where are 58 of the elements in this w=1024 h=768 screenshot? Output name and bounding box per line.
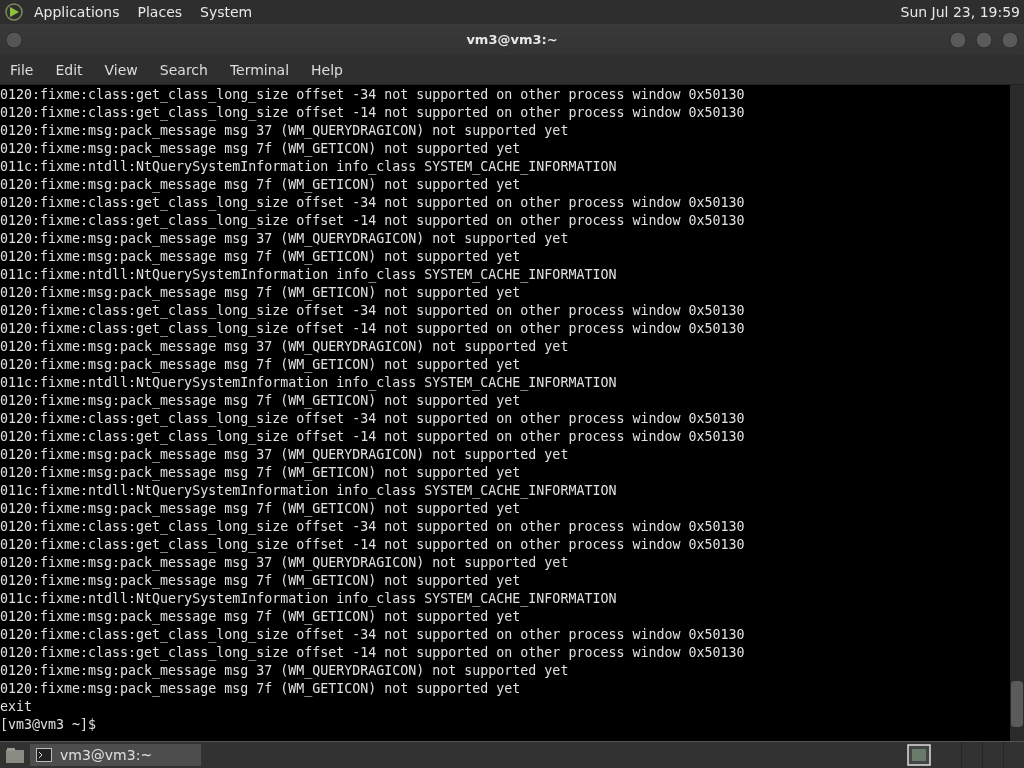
terminal-line: 011c:fixme:ntdll:NtQuerySystemInformation info_class SYSTEM_CACHE_INFORMATION: [0, 374, 617, 392]
logo-icon[interactable]: [4, 2, 24, 22]
minimize-icon[interactable]: [948, 29, 968, 50]
terminal-line: 0120:fixme:class:get_class_long_size offset -34 not supported on other process window 0x50130: [0, 86, 745, 104]
terminal-line: 0120:fixme:msg:pack_message msg 7f (WM_GETICON) not supported yet: [0, 680, 521, 698]
desktop-icon[interactable]: [4, 745, 26, 765]
terminal-line: 0120:fixme:class:get_class_long_size offset -34 not supported on other process window 0x50130: [0, 626, 745, 644]
terminal-line: 0120:fixme:class:get_class_long_size offset -14 not supported on other process window 0x50130: [0, 320, 745, 338]
panel-menu[interactable]: Places: [137, 4, 183, 20]
terminal-line: 0120:fixme:msg:pack_message msg 37 (WM_QUERYDRAGICON) not supported yet: [0, 122, 569, 140]
terminal-line: 0120:fixme:msg:pack_message msg 7f (WM_GETICON) not supported yet: [0, 140, 521, 158]
terminal-line: 011c:fixme:ntdll:NtQuerySystemInformation info_class SYSTEM_CACHE_INFORMATION: [0, 590, 617, 608]
terminal-line: 0120:fixme:msg:pack_message msg 7f (WM_GETICON) not supported yet: [0, 248, 521, 266]
terminal-line: exit: [0, 698, 33, 716]
terminal-line: 0120:fixme:class:get_class_long_size offset -14 not supported on other process window 0x50130: [0, 104, 745, 122]
menu-item[interactable]: View: [104, 61, 138, 78]
terminal-line: 0120:fixme:class:get_class_long_size offset -34 not supported on other process window 0x50130: [0, 410, 745, 428]
terminal-line: 0120:fixme:class:get_class_long_size offset -34 not supported on other process window 0x50130: [0, 518, 745, 536]
terminal-line: 0120:fixme:msg:pack_message msg 37 (WM_QUERYDRAGICON) not supported yet: [0, 338, 569, 356]
terminal-line: 0120:fixme:class:get_class_long_size offset -14 not supported on other process window 0x50130: [0, 644, 745, 662]
terminal-line: 0120:fixme:msg:pack_message msg 37 (WM_QUERYDRAGICON) not supported yet: [0, 446, 569, 464]
panel-menu[interactable]: Applications: [34, 4, 120, 20]
terminal-line: 0120:fixme:msg:pack_message msg 7f (WM_GETICON) not supported yet: [0, 608, 521, 626]
taskbar-button[interactable]: vm3@vm3:~: [30, 744, 201, 766]
terminal-line: 0120:fixme:msg:pack_message msg 7f (WM_GETICON) not supported yet: [0, 500, 521, 518]
terminal-line: 0120:fixme:msg:pack_message msg 7f (WM_GETICON) not supported yet: [0, 176, 521, 194]
scrollbar-thumb[interactable]: [1011, 681, 1023, 727]
terminal-line: 0120:fixme:msg:pack_message msg 7f (WM_GETICON) not supported yet: [0, 572, 521, 590]
terminal-line: 011c:fixme:ntdll:NtQuerySystemInformation info_class SYSTEM_CACHE_INFORMATION: [0, 158, 617, 176]
terminal-line: 0120:fixme:msg:pack_message msg 37 (WM_QUERYDRAGICON) not supported yet: [0, 662, 569, 680]
terminal-line: 0120:fixme:msg:pack_message msg 37 (WM_QUERYDRAGICON) not supported yet: [0, 230, 569, 248]
terminal-line: 0120:fixme:class:get_class_long_size offset -14 not supported on other process window 0x50130: [0, 536, 745, 554]
terminal-line: 0120:fixme:msg:pack_message msg 7f (WM_GETICON) not supported yet: [0, 392, 521, 410]
terminal-line: 0120:fixme:msg:pack_message msg 7f (WM_GETICON) not supported yet: [0, 464, 521, 482]
close-icon[interactable]: [1000, 29, 1020, 50]
menu-item[interactable]: Edit: [55, 61, 83, 78]
terminal-line: 0120:fixme:class:get_class_long_size offset -14 not supported on other process window 0x50130: [0, 428, 745, 446]
terminal-line: 0120:fixme:msg:pack_message msg 37 (WM_QUERYDRAGICON) not supported yet: [0, 554, 569, 572]
terminal-icon: [36, 748, 52, 762]
terminal-line: 0120:fixme:msg:pack_message msg 7f (WM_GETICON) not supported yet: [0, 356, 521, 374]
menu-item[interactable]: Search: [159, 61, 208, 78]
shell-prompt: [vm3@vm3 ~]$: [0, 716, 97, 734]
terminal-line: 0120:fixme:class:get_class_long_size offset -34 not supported on other process window 0x50130: [0, 302, 745, 320]
clock[interactable]: Sun Jul 23, 19:59: [900, 4, 1020, 20]
terminal-line: 0120:fixme:msg:pack_message msg 7f (WM_GETICON) not supported yet: [0, 284, 521, 302]
terminal-line: 011c:fixme:ntdll:NtQuerySystemInformation info_class SYSTEM_CACHE_INFORMATION: [0, 266, 617, 284]
menu-item[interactable]: Help: [311, 61, 343, 78]
menu-item[interactable]: File: [10, 61, 34, 78]
window-title: vm3@vm3:~: [465, 32, 559, 47]
terminal-line: 0120:fixme:class:get_class_long_size offset -34 not supported on other process window 0x50130: [0, 194, 745, 212]
window-menu-icon[interactable]: [4, 29, 24, 50]
menu-item[interactable]: Terminal: [229, 61, 290, 78]
scrollbar[interactable]: [1010, 85, 1024, 741]
panel-menu[interactable]: System: [200, 4, 253, 20]
terminal-line: 011c:fixme:ntdll:NtQuerySystemInformation info_class SYSTEM_CACHE_INFORMATION: [0, 482, 617, 500]
terminal-line: 0120:fixme:class:get_class_long_size offset -14 not supported on other process window 0x50130: [0, 212, 745, 230]
maximize-icon[interactable]: [974, 29, 994, 50]
workspace-icon[interactable]: [907, 744, 931, 766]
